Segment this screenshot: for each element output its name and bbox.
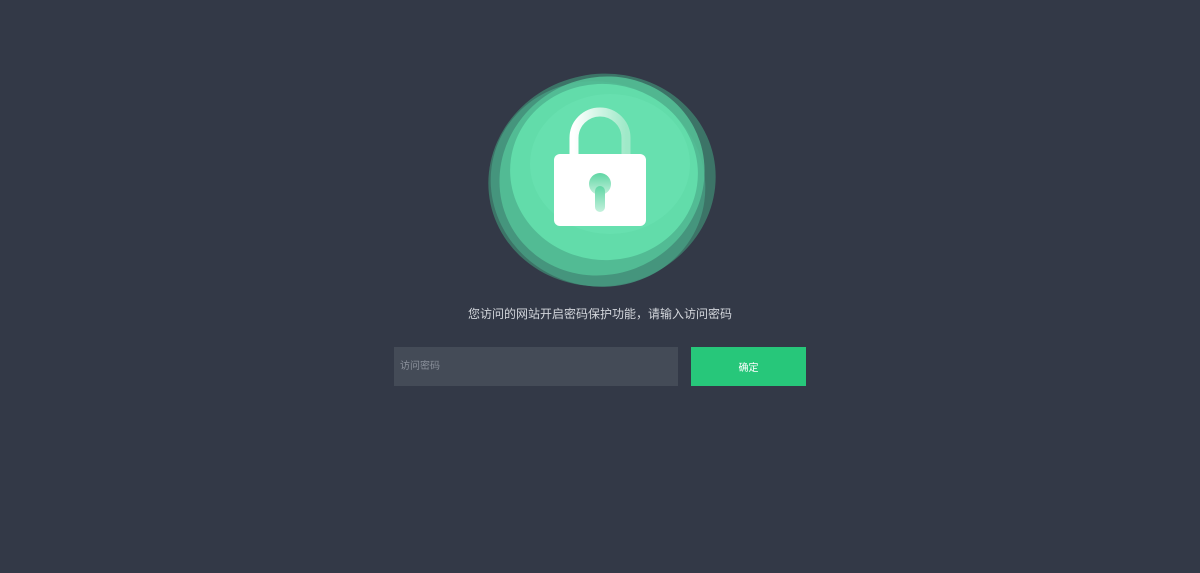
- password-protection-page: 您访问的网站开启密码保护功能，请输入访问密码 确定: [0, 0, 1200, 573]
- padlock-icon: [488, 73, 716, 287]
- confirm-button[interactable]: 确定: [691, 347, 806, 386]
- password-input[interactable]: [394, 347, 678, 386]
- password-form: 确定: [394, 347, 806, 386]
- password-prompt-message: 您访问的网站开启密码保护功能，请输入访问密码: [467, 307, 732, 321]
